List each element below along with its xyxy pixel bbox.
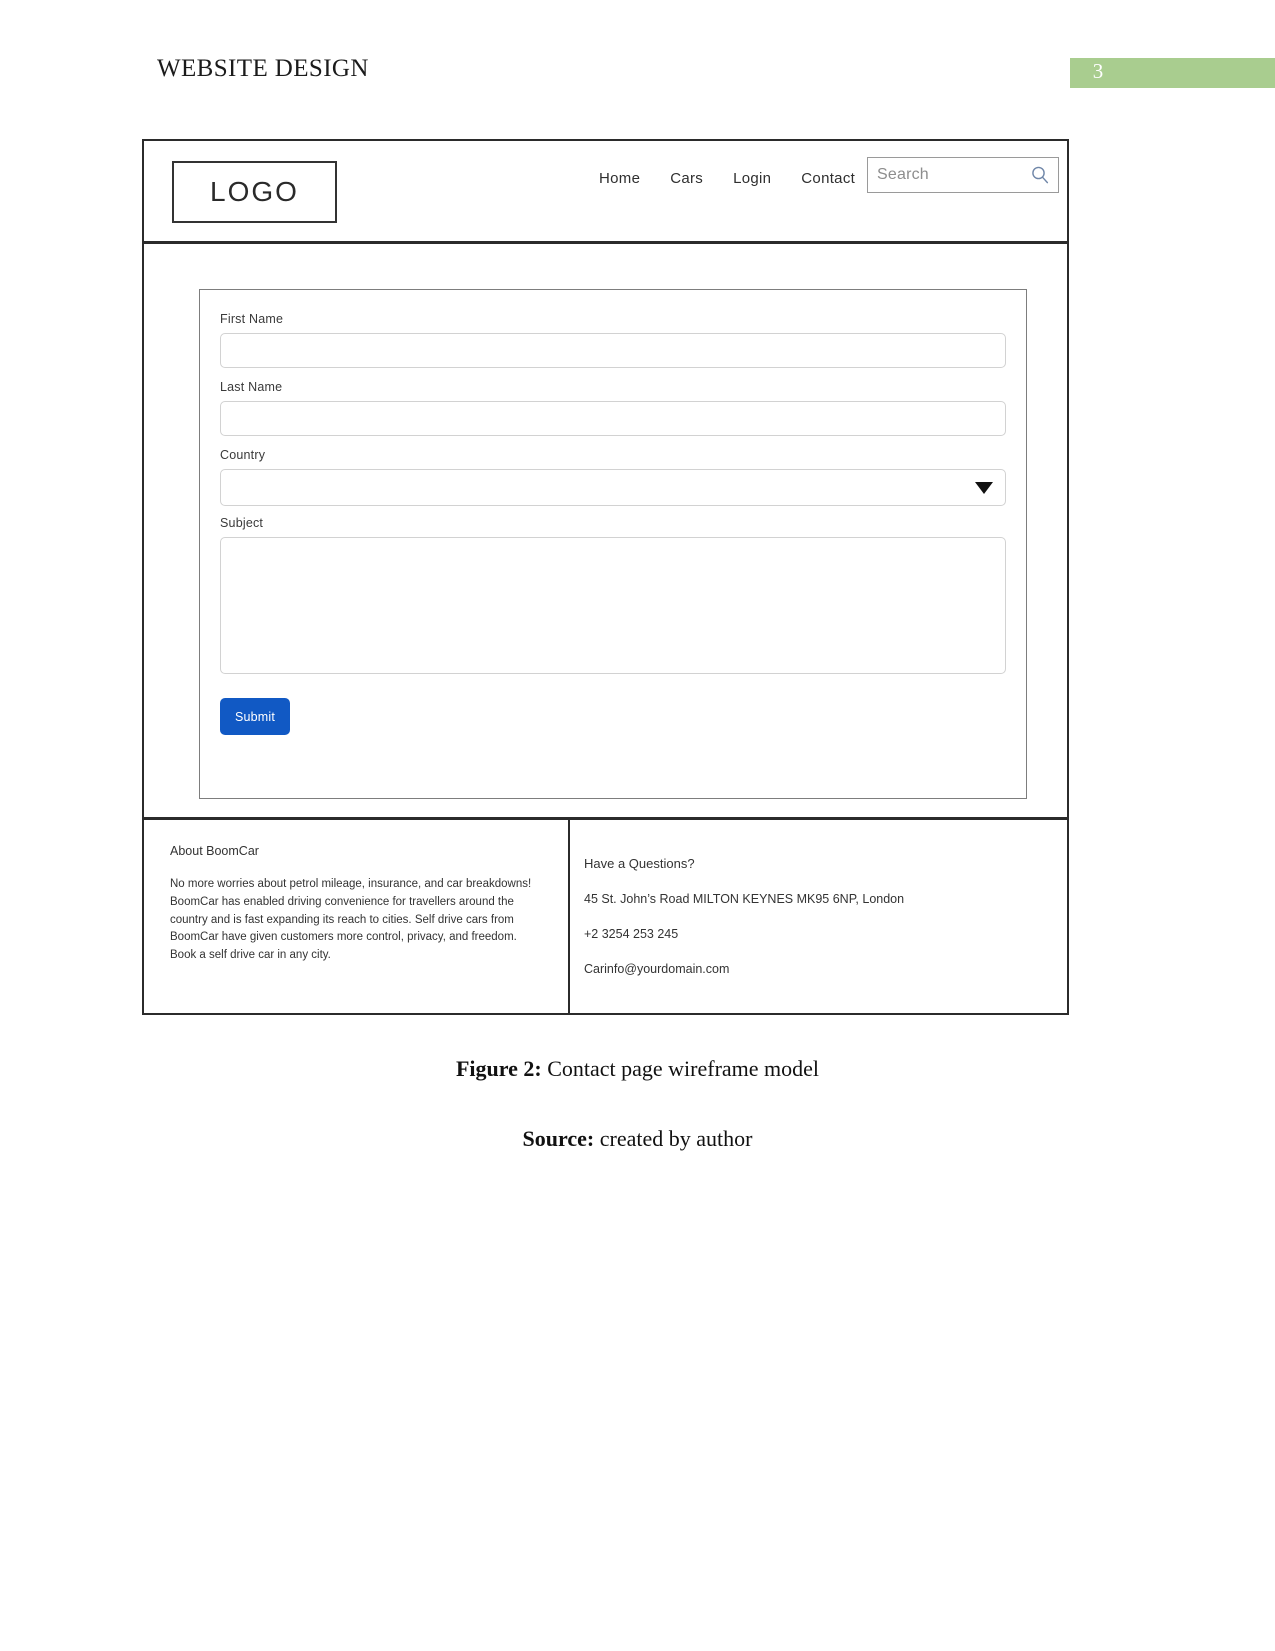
footer-about-column: About BoomCar No more worries about petr… — [144, 820, 570, 1015]
figure-source-label: Source: — [522, 1126, 595, 1151]
search-field[interactable]: Search — [867, 157, 1059, 193]
search-input[interactable]: Search — [868, 166, 1027, 184]
nav-link-contact[interactable]: Contact — [801, 170, 855, 187]
label-country: Country — [220, 448, 266, 462]
wireframe-navbar: LOGO Home Cars Login Contact Search — [144, 141, 1067, 244]
footer-phone[interactable]: +2 3254 253 245 — [584, 927, 1067, 941]
label-last-name: Last Name — [220, 380, 283, 394]
footer-about-body: No more worries about petrol mileage, in… — [170, 878, 532, 962]
wireframe-footer: About BoomCar No more worries about petr… — [144, 817, 1067, 1015]
figure-caption: Figure 2: Contact page wireframe model — [0, 1056, 1275, 1082]
footer-contact-heading: Have a Questions? — [584, 856, 695, 871]
chevron-down-icon[interactable] — [975, 481, 993, 494]
search-icon[interactable] — [1027, 162, 1053, 188]
contact-form-card: First Name Last Name Country Subject Sub… — [199, 289, 1027, 799]
nav-link-login[interactable]: Login — [733, 170, 771, 187]
footer-email[interactable]: Carinfo@yourdomain.com — [584, 962, 1067, 976]
label-subject: Subject — [220, 516, 264, 530]
page-number: 3 — [1092, 59, 1104, 83]
nav-links: Home Cars Login Contact — [599, 165, 855, 191]
figure-source-text: created by author — [594, 1126, 753, 1151]
label-first-name: First Name — [220, 312, 284, 326]
wireframe-figure: LOGO Home Cars Login Contact Search Firs… — [142, 139, 1069, 1015]
footer-address: 45 St. John’s Road MILTON KEYNES MK95 6N… — [584, 892, 905, 906]
figure-caption-label: Figure 2: — [455, 1056, 542, 1081]
figure-source: Source: created by author — [0, 1126, 1275, 1152]
figure-caption-text: Contact page wireframe model — [541, 1056, 820, 1081]
first-name-input[interactable] — [220, 333, 1006, 368]
last-name-input[interactable] — [220, 401, 1006, 436]
subject-textarea[interactable] — [220, 537, 1006, 674]
logo-box[interactable]: LOGO — [172, 161, 337, 223]
running-head: WEBSITE DESIGN — [157, 55, 369, 82]
document-header: WEBSITE DESIGN 3 — [0, 0, 1275, 110]
footer-contact-column: Have a Questions? 45 St. John’s Road MIL… — [570, 820, 1067, 1015]
nav-link-cars[interactable]: Cars — [670, 170, 703, 187]
nav-link-home[interactable]: Home — [599, 170, 640, 187]
country-select[interactable] — [220, 469, 1006, 506]
logo-text: LOGO — [210, 176, 299, 207]
submit-button[interactable]: Submit — [220, 698, 290, 735]
footer-about-heading: About BoomCar — [170, 844, 259, 858]
